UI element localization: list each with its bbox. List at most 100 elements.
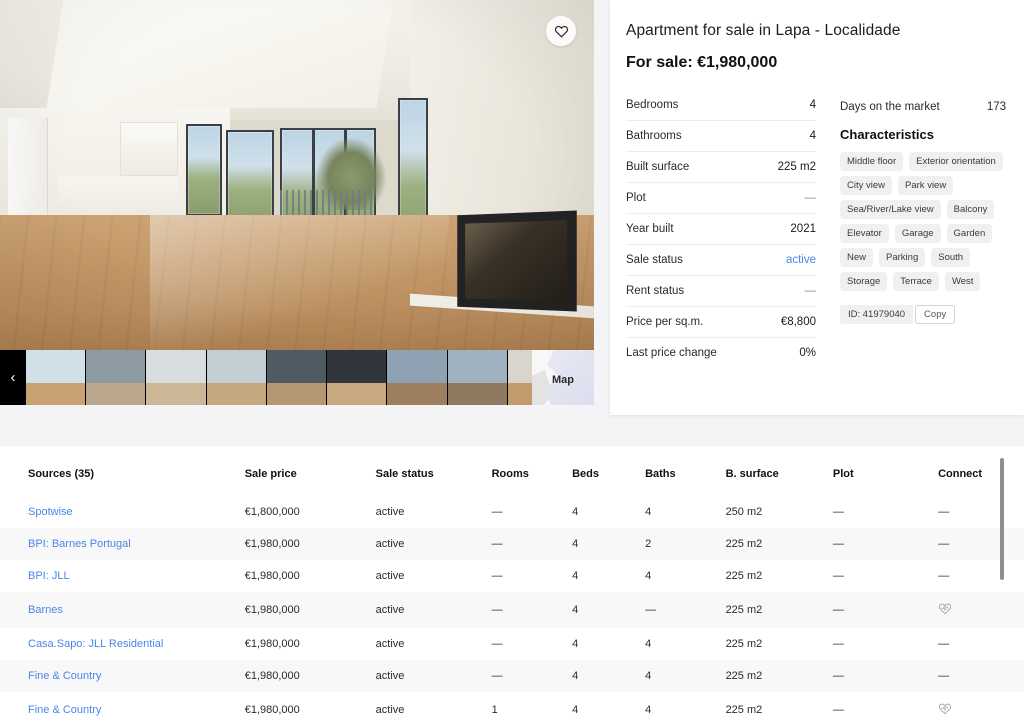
rooms-cell: — bbox=[491, 538, 503, 550]
sources-scrollbar[interactable] bbox=[1000, 458, 1004, 710]
column-header[interactable]: Sources (35) bbox=[0, 446, 245, 496]
status-cell: active bbox=[375, 704, 405, 716]
beds-cell: 4 bbox=[572, 638, 579, 650]
gallery-thumbnail[interactable] bbox=[26, 350, 87, 405]
spec-row: Plot — bbox=[626, 183, 816, 214]
photo-gallery: ‹ › Map bbox=[0, 0, 594, 405]
price-cell: €1,980,000 bbox=[244, 670, 300, 682]
source-name-cell[interactable]: Fine & Country bbox=[0, 660, 245, 692]
rooms-cell: — bbox=[491, 570, 503, 582]
spec-value: 0% bbox=[799, 347, 816, 359]
spec-row: Price per sq.m. €8,800 bbox=[626, 307, 816, 338]
connect-cell: — bbox=[938, 638, 950, 650]
carousel-prev-arrow[interactable]: ‹ bbox=[0, 350, 26, 405]
source-link[interactable]: Barnes bbox=[28, 604, 63, 616]
beds-cell: 4 bbox=[572, 704, 579, 716]
gallery-thumbnail[interactable] bbox=[447, 350, 508, 405]
table-row[interactable]: Barnes €1,980,000 active — 4 — 225 m2 — bbox=[0, 592, 1024, 628]
thumb-upper bbox=[86, 350, 146, 383]
source-name-cell[interactable]: Casa.Sapo: JLL Residential bbox=[0, 628, 245, 660]
plot-cell: — bbox=[832, 638, 844, 650]
gallery-thumbnail[interactable] bbox=[327, 350, 388, 405]
spec-label: Bathrooms bbox=[626, 130, 682, 142]
characteristic-tag: Garage bbox=[894, 224, 941, 243]
connect-cell: — bbox=[938, 570, 950, 582]
source-name-cell[interactable]: BPI: JLL bbox=[0, 560, 245, 592]
hero-photo[interactable] bbox=[0, 0, 594, 350]
source-link[interactable]: BPI: Barnes Portugal bbox=[28, 538, 131, 550]
source-name-cell[interactable]: Fine & Country bbox=[0, 692, 245, 724]
map-thumbnail[interactable]: Map bbox=[532, 350, 594, 405]
thumb-lower bbox=[387, 383, 447, 405]
plot-cell: — bbox=[832, 506, 844, 518]
column-header[interactable]: Connect bbox=[938, 446, 1024, 496]
spec-row: Bedrooms 4 bbox=[626, 90, 816, 121]
spec-value: 4 bbox=[809, 130, 816, 142]
surface-cell: 225 m2 bbox=[725, 704, 763, 716]
gallery-thumbnail[interactable] bbox=[387, 350, 448, 405]
listing-price: For sale: €1,980,000 bbox=[626, 54, 778, 71]
source-link[interactable]: Fine & Country bbox=[28, 670, 101, 682]
plot-cell: — bbox=[832, 704, 844, 716]
beds-cell: 4 bbox=[572, 604, 579, 616]
column-header[interactable]: Plot bbox=[833, 446, 938, 496]
price-cell: €1,980,000 bbox=[244, 604, 300, 616]
characteristic-tag: Park view bbox=[898, 176, 954, 195]
heart-icon bbox=[554, 25, 568, 38]
days-on-market-value: 173 bbox=[986, 101, 1006, 113]
price-cell: €1,980,000 bbox=[244, 538, 300, 550]
spec-label: Price per sq.m. bbox=[626, 316, 704, 328]
source-link[interactable]: Spotwise bbox=[28, 506, 73, 518]
characteristics-column: Days on the market 173 Characteristics M… bbox=[840, 90, 1006, 368]
connect-cell: — bbox=[938, 670, 950, 682]
table-row[interactable]: Fine & Country €1,980,000 active — 4 4 225 m2 —… bbox=[0, 660, 1024, 692]
copy-id-button[interactable]: Copy bbox=[915, 305, 956, 324]
connect-cell[interactable] bbox=[938, 592, 1024, 628]
spec-row: Bathrooms 4 bbox=[626, 121, 816, 152]
gallery-thumbnail[interactable] bbox=[206, 350, 267, 405]
source-name-cell[interactable]: Spotwise bbox=[0, 496, 245, 528]
characteristics-heading: Characteristics bbox=[840, 127, 934, 142]
thumb-upper bbox=[447, 350, 507, 383]
table-row[interactable]: Fine & Country €1,980,000 active 1 4 4 225 m2 — bbox=[0, 692, 1024, 724]
gallery-thumbnail[interactable] bbox=[266, 350, 328, 405]
gallery-thumbnail[interactable] bbox=[86, 350, 147, 405]
column-header[interactable]: Sale price bbox=[245, 446, 376, 496]
sources-header-row: Sources (35) Sale price Sale status Rooms Be… bbox=[0, 446, 1024, 496]
favorite-heart-button[interactable] bbox=[546, 16, 576, 46]
column-header[interactable]: Baths bbox=[645, 446, 726, 496]
source-link[interactable]: Casa.Sapo: JLL Residential bbox=[28, 638, 163, 650]
table-row[interactable]: BPI: Barnes Portugal €1,980,000 active —4 2 2… bbox=[0, 528, 1024, 560]
characteristic-tag: Sea/River/Lake view bbox=[840, 200, 941, 219]
table-row[interactable]: BPI: JLL €1,980,000 active — 4 4 225 m2 — — bbox=[0, 560, 1024, 592]
column-header[interactable]: Sale status bbox=[376, 446, 492, 496]
gallery-thumbnail[interactable] bbox=[146, 350, 207, 405]
characteristic-tag: Exterior orientation bbox=[909, 152, 1003, 171]
column-header[interactable]: Beds bbox=[572, 446, 645, 496]
column-header[interactable]: Rooms bbox=[492, 446, 573, 496]
listing-top-section: ‹ › Map Apartment for sale in Lapa - Loc… bbox=[0, 0, 1024, 432]
thumb-lower bbox=[86, 383, 146, 405]
source-name-cell[interactable]: Barnes bbox=[0, 592, 245, 628]
characteristics-tag-list: Middle floor Exterior orientation City vie… bbox=[840, 152, 1006, 291]
surface-cell: 250 m2 bbox=[725, 506, 763, 518]
sources-scrollbar-thumb[interactable] bbox=[1000, 458, 1004, 580]
spec-value[interactable]: active bbox=[786, 254, 816, 266]
source-link[interactable]: BPI: JLL bbox=[28, 570, 70, 582]
thumb-lower bbox=[327, 383, 387, 405]
plot-cell: — bbox=[832, 570, 844, 582]
thumbnail-carousel: ‹ › bbox=[0, 350, 594, 405]
spec-row: Built surface 225 m2 bbox=[626, 152, 816, 183]
characteristic-tag: West bbox=[944, 272, 981, 291]
table-row[interactable]: Spotwise €1,800,000 active — 4 4 250 m2 — — bbox=[0, 496, 1024, 528]
column-header[interactable]: B. surface bbox=[726, 446, 833, 496]
baths-cell: 2 bbox=[645, 538, 652, 550]
table-row[interactable]: Casa.Sapo: JLL Residential €1,980,000 acti… bbox=[0, 628, 1024, 660]
spec-label: Plot bbox=[626, 192, 646, 204]
thumb-upper bbox=[26, 350, 86, 383]
source-link[interactable]: Fine & Country bbox=[28, 704, 101, 716]
connect-cell[interactable] bbox=[938, 692, 1024, 724]
thumb-lower bbox=[447, 383, 507, 405]
source-name-cell[interactable]: BPI: Barnes Portugal bbox=[0, 528, 245, 560]
listing-id-label: ID: 41979040 bbox=[840, 305, 914, 324]
